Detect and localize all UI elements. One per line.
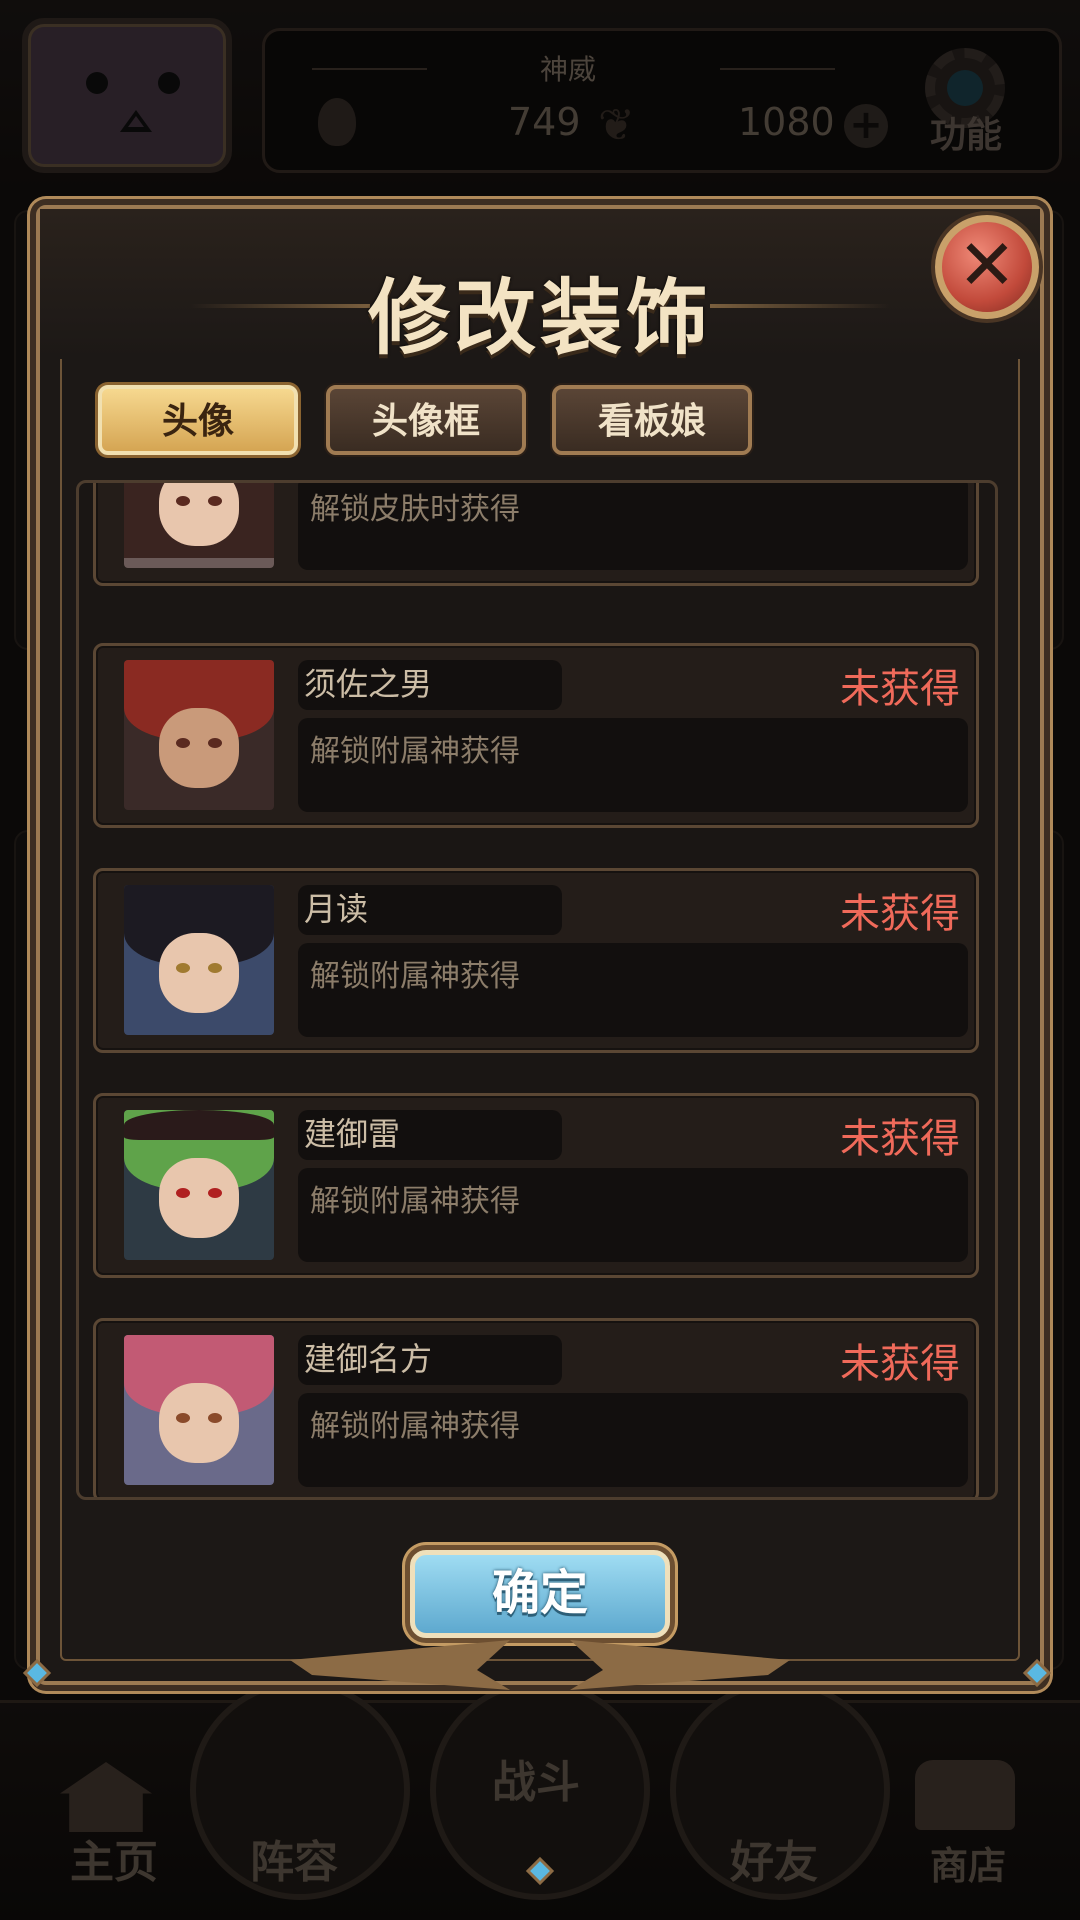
portrait-face (159, 483, 239, 546)
portrait-eye (176, 738, 190, 748)
portrait-image (124, 885, 274, 1035)
confirm-button[interactable]: 确定 (410, 1550, 670, 1638)
tab-avatar-frame[interactable]: 头像框 (326, 385, 526, 455)
item-description: 解锁附属神获得 (298, 943, 968, 1037)
modal-title: 修改装饰 (367, 271, 712, 366)
portrait-eye (208, 738, 222, 748)
list-item[interactable]: 解锁皮肤时获得 (93, 483, 979, 586)
portrait-eye (208, 963, 222, 973)
status-badge: 未获得 (840, 666, 960, 712)
tab-mascot[interactable]: 看板娘 (552, 385, 752, 455)
avatar-list[interactable]: 解锁皮肤时获得 须佐之男 未获得 解锁附属神获得 月读 未获得 解锁附属神获得 (76, 480, 998, 1500)
item-description: 解锁附属神获得 (298, 1393, 968, 1487)
item-name: 建御名方 (298, 1335, 562, 1385)
list-item[interactable]: 建御雷 未获得 解锁附属神获得 (93, 1093, 979, 1278)
portrait-image (124, 483, 274, 568)
portrait-eye (208, 1188, 222, 1198)
portrait-eye (208, 496, 222, 506)
item-description: 解锁附属神获得 (298, 1168, 968, 1262)
tab-avatar[interactable]: 头像 (98, 385, 298, 455)
item-description: 解锁皮肤时获得 (298, 483, 968, 570)
portrait-eye (208, 1413, 222, 1423)
portrait-eye (176, 1188, 190, 1198)
status-badge: 未获得 (840, 1116, 960, 1162)
status-badge: 未获得 (840, 891, 960, 937)
portrait-face (159, 1158, 239, 1238)
close-icon[interactable]: ✕ (935, 215, 1039, 319)
portrait-eye (176, 496, 190, 506)
portrait-face (159, 1383, 239, 1463)
item-name: 月读 (298, 885, 562, 935)
item-name: 建御雷 (298, 1110, 562, 1160)
item-name: 须佐之男 (298, 660, 562, 710)
portrait-image (124, 660, 274, 810)
portrait-eye (176, 963, 190, 973)
list-item[interactable]: 月读 未获得 解锁附属神获得 (93, 868, 979, 1053)
status-badge: 未获得 (840, 1341, 960, 1387)
portrait-cap (124, 1110, 274, 1140)
modal-title-bar: 修改装饰 (40, 209, 1040, 366)
list-item[interactable]: 须佐之男 未获得 解锁附属神获得 (93, 643, 979, 828)
list-item[interactable]: 建御名方 未获得 解锁附属神获得 (93, 1318, 979, 1497)
portrait-eye (176, 1413, 190, 1423)
portrait-image (124, 1110, 274, 1260)
portrait-face (159, 933, 239, 1013)
item-description: 解锁附属神获得 (298, 718, 968, 812)
portrait-image (124, 1335, 274, 1485)
portrait-face (159, 708, 239, 788)
